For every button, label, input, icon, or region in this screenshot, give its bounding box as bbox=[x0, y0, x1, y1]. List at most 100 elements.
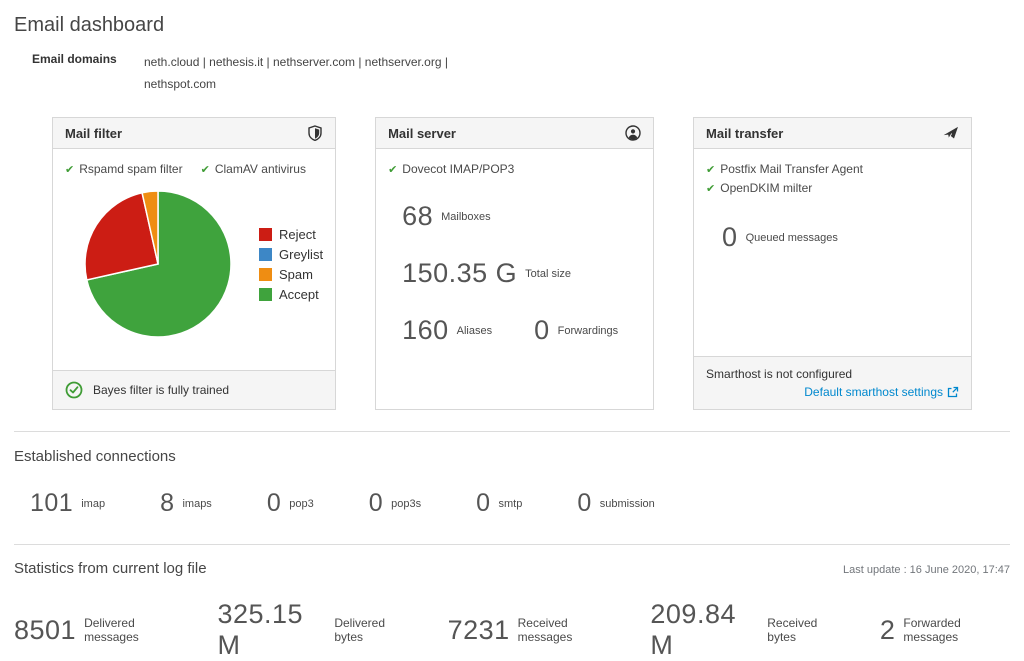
submission-value: 0 bbox=[577, 489, 592, 517]
total-size-stat: 150.35 G Total size bbox=[402, 258, 641, 289]
smtp-label: smtp bbox=[498, 497, 523, 510]
check-icon: ✔ bbox=[65, 164, 75, 176]
log-stats-row: 8501 Delivered messages 325.15 M Delivered… bbox=[14, 599, 1010, 661]
shield-icon bbox=[307, 125, 323, 141]
mail-transfer-footer: Smarthost is not configured Default smar… bbox=[694, 356, 971, 409]
received-messages-stat: 7231 Received messages bbox=[448, 615, 615, 646]
check-icon: ✔ bbox=[388, 164, 398, 176]
external-link-icon bbox=[947, 386, 959, 398]
mail-filter-header: Mail filter bbox=[53, 118, 336, 149]
mail-transfer-body: ✔ Postfix Mail Transfer Agent ✔ OpenDKIM m… bbox=[694, 149, 971, 356]
service-postfix: ✔ Postfix Mail Transfer Agent bbox=[706, 160, 959, 179]
mailboxes-stat: 68 Mailboxes bbox=[402, 201, 641, 232]
received-messages-label: Received messages bbox=[517, 616, 573, 644]
connections-stats-row: 101 imap 8 imaps 0 pop3 0 pop3s 0 smtp 0 submi… bbox=[30, 489, 1010, 518]
pop3s-stat: 0 pop3s bbox=[369, 489, 421, 518]
last-update-text: Last update : 16 June 2020, 17:47 bbox=[843, 564, 1010, 576]
smarthost-link-label: Default smarthost settings bbox=[804, 385, 943, 399]
legend-item-reject[interactable]: Reject bbox=[259, 227, 323, 242]
legend-item-accept[interactable]: Accept bbox=[259, 287, 323, 302]
send-icon bbox=[943, 125, 959, 141]
mail-filter-footer: Bayes filter is fully trained bbox=[53, 370, 336, 409]
legend-item-greylist[interactable]: Greylist bbox=[259, 247, 323, 262]
total-size-label: Total size bbox=[525, 267, 572, 280]
smarthost-status-text: Smarthost is not configured bbox=[706, 367, 853, 381]
mail-server-header: Mail server bbox=[376, 118, 654, 149]
mail-filter-card: Mail filter ✔ Rspamd spam filter ✔ ClamAV … bbox=[52, 117, 337, 410]
service-rspamd: ✔ Rspamd spam filter bbox=[65, 160, 183, 179]
forwardings-stat: 0 Forwardings bbox=[534, 315, 618, 346]
imap-label: imap bbox=[81, 497, 106, 510]
section-divider bbox=[14, 431, 1010, 432]
legend-swatch bbox=[259, 227, 272, 241]
check-icon: ✔ bbox=[200, 164, 210, 176]
smtp-stat: 0 smtp bbox=[476, 489, 522, 518]
imap-stat: 101 imap bbox=[30, 489, 105, 518]
forwardings-label: Forwardings bbox=[557, 324, 619, 337]
delivered-messages-label: Delivered messages bbox=[84, 616, 139, 644]
legend-swatch bbox=[259, 267, 272, 281]
received-bytes-value: 209.84 M bbox=[650, 599, 736, 660]
mail-server-card: Mail server ✔ Dovecot IMAP/POP3 68 Mailbo… bbox=[375, 117, 655, 410]
mail-server-title: Mail server bbox=[388, 125, 456, 141]
mail-filter-title: Mail filter bbox=[65, 125, 123, 141]
statistics-header-row: Statistics from current log file Last up… bbox=[14, 560, 1010, 577]
default-smarthost-settings-link[interactable]: Default smarthost settings bbox=[804, 385, 959, 399]
connections-heading: Established connections bbox=[14, 448, 176, 465]
forwardings-value: 0 bbox=[534, 315, 550, 345]
page-title: Email dashboard bbox=[14, 14, 165, 36]
service-dovecot: ✔ Dovecot IMAP/POP3 bbox=[388, 162, 514, 176]
submission-label: submission bbox=[599, 497, 655, 510]
check-circle-icon bbox=[65, 381, 83, 399]
aliases-stat: 160 Aliases bbox=[402, 315, 492, 346]
service-opendkim-label: OpenDKIM milter bbox=[720, 181, 813, 195]
delivered-bytes-label: Delivered bytes bbox=[334, 616, 386, 644]
mail-filter-services: ✔ Rspamd spam filter ✔ ClamAV antivirus bbox=[65, 160, 323, 179]
legend-swatch bbox=[259, 287, 272, 301]
queued-messages-label: Queued messages bbox=[745, 231, 838, 244]
delivered-bytes-stat: 325.15 M Delivered bytes bbox=[217, 599, 411, 661]
mail-filter-body: ✔ Rspamd spam filter ✔ ClamAV antivirus Re… bbox=[53, 149, 335, 370]
filter-actions-chart: Reject Greylist Spam Accept bbox=[65, 189, 323, 339]
delivered-messages-value: 8501 bbox=[14, 614, 77, 645]
imaps-value: 8 bbox=[160, 489, 175, 517]
pop3-stat: 0 pop3 bbox=[267, 489, 314, 518]
legend-label: Spam bbox=[279, 266, 313, 282]
established-connections-section: Established connections 101 imap 8 imaps 0… bbox=[14, 448, 1010, 518]
smtp-value: 0 bbox=[476, 489, 491, 517]
email-domains-value: neth.cloud | nethesis.it | nethserver.co… bbox=[144, 55, 448, 91]
check-icon: ✔ bbox=[706, 183, 716, 195]
total-size-value: 150.35 G bbox=[402, 258, 518, 288]
submission-stat: 0 submission bbox=[577, 489, 654, 518]
email-domains-label: Email domains bbox=[32, 52, 117, 66]
queued-messages-stat: 0 Queued messages bbox=[722, 222, 959, 253]
forwarded-messages-label: Forwarded messages bbox=[903, 616, 961, 644]
queued-messages-value: 0 bbox=[722, 222, 738, 252]
service-postfix-label: Postfix Mail Transfer Agent bbox=[720, 162, 863, 176]
imaps-label: imaps bbox=[182, 497, 212, 510]
forwarded-messages-value: 2 bbox=[879, 614, 896, 645]
received-messages-value: 7231 bbox=[447, 614, 510, 645]
email-domains-row: Email domains neth.cloud | nethesis.it |… bbox=[32, 51, 1010, 95]
legend-swatch bbox=[259, 247, 272, 261]
email-dashboard-page: Email dashboard Email domains neth.cloud… bbox=[0, 0, 1024, 660]
aliases-label: Aliases bbox=[456, 324, 493, 337]
delivered-bytes-value: 325.15 M bbox=[217, 599, 304, 660]
mail-server-body: ✔ Dovecot IMAP/POP3 68 Mailboxes 150.35 G… bbox=[376, 149, 653, 409]
check-icon: ✔ bbox=[706, 164, 716, 176]
service-clamav: ✔ ClamAV antivirus bbox=[201, 160, 306, 179]
forwarded-messages-stat: 2 Forwarded messages bbox=[880, 615, 1010, 646]
mail-transfer-card: Mail transfer ✔ Postfix Mail Transfer Age… bbox=[693, 117, 972, 410]
smarthost-link-row: Default smarthost settings bbox=[706, 385, 959, 399]
legend-label: Greylist bbox=[279, 246, 324, 262]
pop3-label: pop3 bbox=[289, 497, 314, 510]
imap-value: 101 bbox=[30, 489, 74, 517]
mailboxes-value: 68 bbox=[402, 201, 434, 231]
statistics-heading: Statistics from current log file bbox=[14, 560, 207, 577]
mailboxes-label: Mailboxes bbox=[441, 210, 491, 223]
imaps-stat: 8 imaps bbox=[160, 489, 212, 518]
dashboard-cards: Mail filter ✔ Rspamd spam filter ✔ ClamAV … bbox=[52, 117, 972, 410]
service-dovecot-label: Dovecot IMAP/POP3 bbox=[402, 162, 515, 176]
legend-item-spam[interactable]: Spam bbox=[259, 267, 323, 282]
mail-filter-pie bbox=[84, 190, 232, 338]
